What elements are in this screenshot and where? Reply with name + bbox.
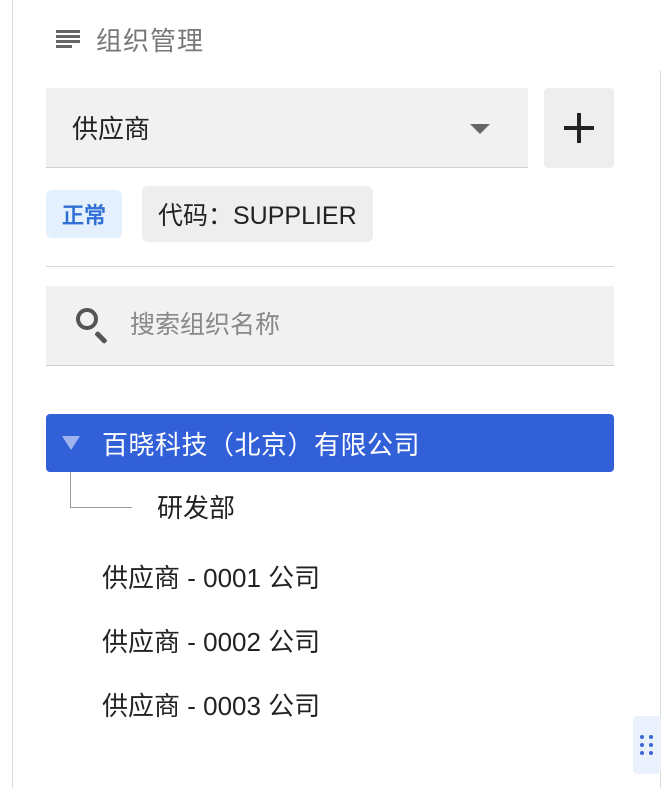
tree-node-label: 百晓科技（北京）有限公司 [102,429,421,460]
divider [46,266,614,267]
page-title: 组织管理 [96,25,205,56]
panel-right-border [660,70,661,788]
tree-connector-line [70,507,132,508]
chevron-down-icon [470,124,490,134]
list-item[interactable]: 供应商 - 0003 公司 [102,686,320,723]
code-badge: 代码：SUPPLIER [142,186,373,242]
organization-type-select[interactable]: 供应商 [46,88,528,168]
tree-node-root[interactable]: 百晓科技（北京）有限公司 [46,414,614,472]
add-organization-button[interactable] [544,88,614,168]
panel-left-border [12,0,13,788]
search-box[interactable] [46,286,614,366]
search-icon [74,306,114,346]
tree-node-child[interactable]: 研发部 [157,488,235,525]
drag-handle-icon[interactable] [633,716,661,774]
plus-icon [564,113,594,143]
menu-icon[interactable] [56,30,80,48]
organization-type-value: 供应商 [72,114,151,144]
panel-header: 组织管理 [56,22,204,56]
status-badge: 正常 [46,190,123,238]
expand-caret-icon[interactable] [62,436,80,450]
tree-connector-line [70,472,71,508]
list-item[interactable]: 供应商 - 0002 公司 [102,622,320,659]
list-item[interactable]: 供应商 - 0001 公司 [102,558,320,595]
search-input[interactable] [128,310,572,341]
